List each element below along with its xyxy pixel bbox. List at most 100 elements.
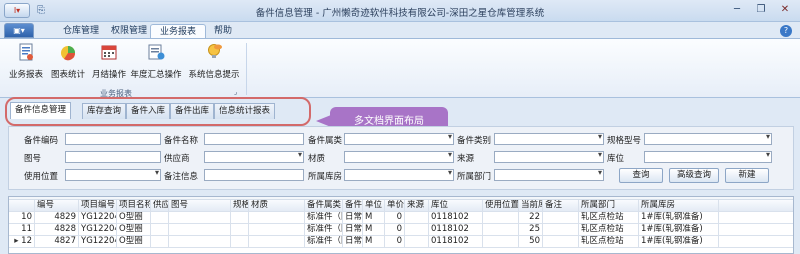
table-cell[interactable] [151, 236, 169, 248]
chart-statistics-button[interactable]: 图表统计 [50, 42, 86, 80]
grid-column-header[interactable]: 项目编号 [79, 200, 117, 212]
table-cell[interactable] [543, 224, 579, 236]
system-info-button[interactable]: 系统信息提示 [186, 42, 242, 80]
monthly-close-button[interactable]: 月结操作 [91, 42, 127, 80]
part-category-select[interactable] [494, 132, 604, 145]
table-cell[interactable]: 日常备件 [343, 224, 363, 236]
table-cell[interactable] [543, 212, 579, 224]
table-cell[interactable]: O型圈 [117, 212, 151, 224]
table-cell[interactable]: 0118102 [429, 212, 483, 224]
grid-column-header[interactable]: 备件属类 [305, 200, 343, 212]
table-cell[interactable]: 轧区点检站 [579, 224, 639, 236]
supplier-select[interactable] [204, 150, 304, 163]
drawing-no-input[interactable] [65, 151, 161, 163]
use-position-select[interactable] [65, 168, 161, 181]
table-cell[interactable] [151, 224, 169, 236]
grid-column-header[interactable]: 所属部门 [579, 200, 639, 212]
file-menu-tab[interactable]: ▣▾ [4, 23, 34, 38]
table-cell[interactable]: M [363, 224, 385, 236]
table-cell[interactable]: 22 [519, 212, 543, 224]
business-report-button[interactable]: 业务报表 [8, 42, 44, 80]
table-cell[interactable]: 轧区点检站 [579, 212, 639, 224]
maximize-button[interactable]: ❐ [750, 2, 772, 18]
table-cell[interactable]: 0118102 [429, 236, 483, 248]
warehouse-select[interactable] [344, 168, 454, 181]
grid-column-header[interactable]: 单价 [385, 200, 405, 212]
source-select[interactable] [494, 150, 604, 163]
table-cell[interactable] [543, 236, 579, 248]
table-cell[interactable] [483, 224, 519, 236]
part-code-input[interactable] [65, 133, 161, 145]
grid-column-header[interactable]: 图号 [169, 200, 231, 212]
table-cell[interactable] [249, 236, 305, 248]
group-launcher-icon[interactable]: ⌟ [234, 88, 237, 96]
table-cell[interactable]: 轧区点检站 [579, 236, 639, 248]
table-cell[interactable]: O型圈 [117, 224, 151, 236]
grid-column-header[interactable]: 使用位置 [483, 200, 519, 212]
table-cell[interactable]: 0 [385, 224, 405, 236]
grid-column-header[interactable]: 当前库存 [519, 200, 543, 212]
annual-summary-button[interactable]: 年度汇总操作 [128, 42, 184, 80]
table-cell[interactable] [249, 212, 305, 224]
tab-help[interactable]: 帮助 [206, 24, 240, 39]
location-select[interactable] [644, 150, 772, 163]
table-cell[interactable]: 1#库(轧钢准备) [639, 236, 719, 248]
advanced-query-button[interactable]: 高级查询 [669, 168, 719, 183]
table-cell[interactable]: 日常备件 [343, 212, 363, 224]
query-button[interactable]: 查询 [619, 168, 663, 183]
table-row[interactable]: ▸ 124827YG12204010082O型圈 标准件（国产）日常备件M0 011… [9, 236, 793, 248]
part-belong-select[interactable] [344, 132, 454, 145]
table-cell[interactable]: M [363, 212, 385, 224]
spec-model-select[interactable] [644, 132, 772, 145]
table-cell[interactable]: YG12204010083 [79, 224, 117, 236]
grid-column-header[interactable]: 单位 [363, 200, 385, 212]
table-cell[interactable]: 标准件（国产） [305, 236, 343, 248]
table-cell[interactable]: YG12204010082 [79, 236, 117, 248]
close-button[interactable]: ✕ [774, 2, 796, 18]
table-cell[interactable]: 0 [385, 212, 405, 224]
table-cell[interactable] [405, 236, 429, 248]
grid-column-header[interactable]: 来源 [405, 200, 429, 212]
department-select[interactable] [494, 168, 604, 181]
table-cell[interactable]: O型圈 [117, 236, 151, 248]
table-cell[interactable] [249, 224, 305, 236]
remark-input[interactable] [204, 169, 304, 181]
table-cell[interactable] [169, 212, 231, 224]
table-row[interactable]: 104829YG12204010084O型圈 标准件（国产）日常备件M0 01181… [9, 212, 793, 224]
table-cell[interactable] [169, 236, 231, 248]
table-cell[interactable]: 4827 [35, 236, 79, 248]
grid-column-header[interactable]: 备注 [543, 200, 579, 212]
part-name-input[interactable] [204, 133, 304, 145]
table-cell[interactable]: M [363, 236, 385, 248]
table-cell[interactable]: YG12204010084 [79, 212, 117, 224]
grid-column-header[interactable]: 材质 [249, 200, 305, 212]
table-cell[interactable] [231, 212, 249, 224]
table-cell[interactable] [405, 212, 429, 224]
table-cell[interactable]: 0 [385, 236, 405, 248]
table-cell[interactable]: 25 [519, 224, 543, 236]
grid-column-header[interactable]: 项目名称 [117, 200, 151, 212]
table-cell[interactable]: 4829 [35, 212, 79, 224]
create-button[interactable]: 新建 [725, 168, 769, 183]
table-cell[interactable]: 1#库(轧钢准备) [639, 212, 719, 224]
table-cell[interactable] [231, 236, 249, 248]
table-cell[interactable]: 日常备件 [343, 236, 363, 248]
table-cell[interactable]: 标准件（国产） [305, 224, 343, 236]
table-cell[interactable]: 50 [519, 236, 543, 248]
help-icon[interactable]: ? [780, 25, 792, 37]
table-cell[interactable] [231, 224, 249, 236]
table-cell[interactable]: 标准件（国产） [305, 212, 343, 224]
grid-column-header[interactable]: 供应商 [151, 200, 169, 212]
table-cell[interactable] [483, 236, 519, 248]
grid-column-header[interactable]: 规格型号 [231, 200, 249, 212]
grid-column-header[interactable]: 库位 [429, 200, 483, 212]
table-cell[interactable]: 4828 [35, 224, 79, 236]
table-cell[interactable]: 0118102 [429, 224, 483, 236]
table-row[interactable]: 114828YG12204010083O型圈 标准件（国产）日常备件M0 01181… [9, 224, 793, 236]
grid-column-header[interactable]: 备件类别 [343, 200, 363, 212]
grid-column-header[interactable]: 所属库房 [639, 200, 719, 212]
minimize-button[interactable]: ─ [726, 2, 748, 18]
material-select[interactable] [344, 150, 454, 163]
table-cell[interactable] [405, 224, 429, 236]
tab-business-reports[interactable]: 业务报表 [150, 24, 206, 39]
